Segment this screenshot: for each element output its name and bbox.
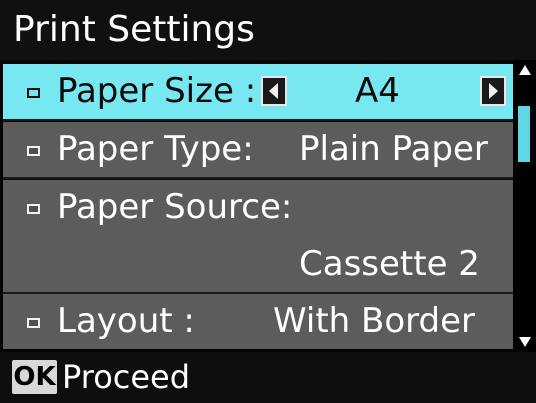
menu-item-label: Paper Type: — [57, 129, 254, 169]
footer-bar: OK Proceed — [0, 352, 536, 403]
bullet-icon — [27, 204, 40, 214]
menu-item-label: Paper Size : — [57, 71, 257, 111]
bullet-icon — [27, 146, 40, 156]
menu-item-paper-size[interactable]: Paper Size : A4 — [3, 64, 513, 121]
menu-item-label: Layout : — [57, 301, 195, 341]
scroll-up-arrow-icon[interactable] — [518, 62, 532, 81]
menu-item-label: Paper Source: — [57, 187, 293, 227]
menu-item-paper-type[interactable]: Paper Type: Plain Paper — [3, 122, 513, 179]
left-arrow-icon[interactable] — [261, 76, 287, 106]
bullet-icon — [27, 318, 40, 328]
scrollbar[interactable] — [513, 60, 536, 352]
menu-item-value: Cassette 2 — [299, 244, 480, 284]
title-bar: Print Settings — [0, 0, 536, 60]
scroll-thumb[interactable] — [518, 106, 530, 162]
ok-button-icon[interactable]: OK — [12, 360, 57, 394]
menu-item-value: Plain Paper — [299, 129, 488, 169]
menu-item-layout[interactable]: Layout : With Border — [3, 294, 513, 349]
scroll-down-arrow-icon[interactable] — [518, 334, 532, 353]
page-title: Print Settings — [13, 9, 255, 50]
bullet-icon — [27, 88, 40, 98]
right-arrow-icon[interactable] — [480, 76, 506, 106]
menu-item-value: A4 — [355, 71, 400, 111]
proceed-label: Proceed — [62, 358, 191, 396]
menu-item-paper-source[interactable]: Paper Source: Cassette 2 — [3, 180, 513, 294]
settings-menu: Paper Size : A4 Paper Type: Plain Paper … — [0, 60, 513, 352]
printer-lcd-screen: Print Settings Paper Size : A4 Paper Typ… — [0, 0, 536, 403]
menu-item-value: With Border — [273, 301, 475, 341]
